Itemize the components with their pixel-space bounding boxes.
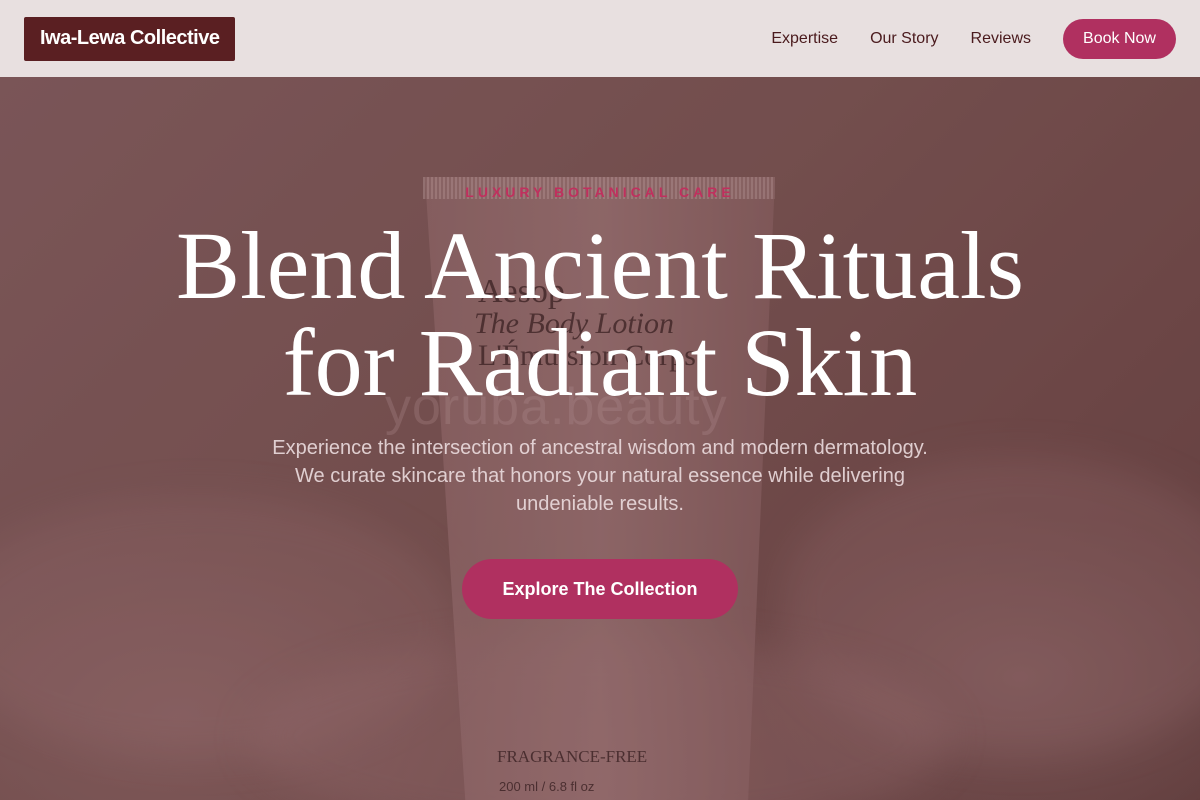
hero-subtext: Experience the intersection of ancestral… [272,437,928,515]
hero-section: Aesop The Body Lotion L'Émulsion Corps y… [0,77,1200,800]
explore-collection-button[interactable]: Explore The Collection [462,559,738,619]
site-logo[interactable]: Iwa-Lewa Collective [24,16,236,61]
site-header: Iwa-Lewa Collective Expertise Our Story … [0,0,1200,77]
nav-link-expertise[interactable]: Expertise [771,30,838,48]
book-now-button[interactable]: Book Now [1063,18,1176,59]
hero-eyebrow: LUXURY BOTANICAL CARE [465,184,735,200]
nav-link-reviews[interactable]: Reviews [971,30,1031,48]
nav-link-our-story[interactable]: Our Story [870,30,938,48]
hero-headline-line2: for Radiant Skin [282,309,918,416]
hero-headline-line1: Blend Ancient Rituals [176,212,1024,319]
hero-headline: Blend Ancient Rituals for Radiant Skin [0,217,1200,411]
main-nav: Expertise Our Story Reviews Book Now [739,18,1176,59]
